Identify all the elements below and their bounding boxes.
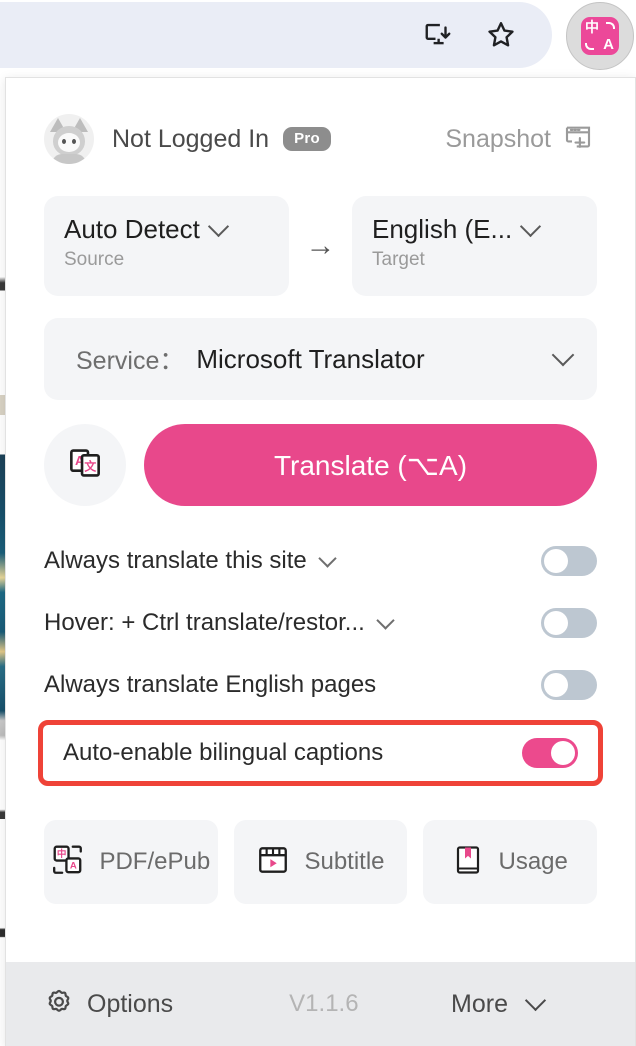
- chevron-down-icon: [207, 215, 229, 238]
- options-label: Options: [87, 989, 174, 1018]
- popup-footer: Options V1.1.6 More: [6, 962, 635, 1046]
- service-selector[interactable]: Service： Microsoft Translator: [44, 318, 597, 400]
- ext-icon-en-char: A: [603, 36, 614, 53]
- service-label: Service：: [76, 347, 185, 375]
- toggle-knob: [544, 673, 568, 697]
- snapshot-button[interactable]: Snapshot: [445, 122, 597, 157]
- translate-cards-icon-button[interactable]: A 文: [44, 424, 126, 506]
- chevron-down-icon: [520, 215, 542, 238]
- avatar-eye-left: [62, 139, 66, 144]
- pro-badge[interactable]: Pro: [283, 127, 331, 151]
- translate-cards-icon: A 文: [66, 444, 104, 487]
- subtitle-label: Subtitle: [304, 848, 385, 875]
- options-button[interactable]: Options: [44, 987, 173, 1022]
- pdf-epub-button[interactable]: 中 A PDF/ePub: [44, 820, 218, 904]
- chevron-down-icon[interactable]: [376, 610, 395, 630]
- account-status-label[interactable]: Not Logged In: [112, 125, 269, 154]
- new-window-plus-icon: [563, 122, 593, 157]
- option-label: Hover: + Ctrl translate/restor...: [44, 609, 365, 636]
- svg-text:文: 文: [84, 459, 96, 473]
- toggle-hover-translate[interactable]: [541, 608, 597, 638]
- gear-icon: [44, 987, 74, 1022]
- option-label: Always translate this site: [44, 547, 307, 574]
- immersive-translate-icon: 中 A: [581, 17, 619, 55]
- star-icon[interactable]: [481, 15, 521, 55]
- popup-body: Not Logged In Pro Snapshot Auto Detect S…: [6, 78, 635, 962]
- language-direction-arrow: →: [305, 229, 336, 262]
- more-button[interactable]: More: [451, 989, 597, 1019]
- install-app-icon[interactable]: [418, 15, 458, 55]
- quick-links-row: 中 A PDF/ePub Subtitle Usage: [44, 820, 598, 904]
- ext-icon-cn-char: 中: [585, 19, 599, 35]
- source-language-value-wrap: Auto Detect: [64, 214, 269, 245]
- option-label: Always translate English pages: [44, 671, 377, 698]
- usage-button[interactable]: Usage: [423, 820, 598, 904]
- pdf-epub-icon: 中 A: [51, 843, 85, 882]
- options-list: Always translate this site Hover: + Ctrl…: [38, 530, 603, 786]
- avatar-eye-right: [72, 139, 76, 144]
- target-language-value: English (E...: [372, 214, 513, 244]
- option-row-hover-translate: Hover: + Ctrl translate/restor...: [44, 592, 597, 654]
- svg-text:A: A: [70, 860, 77, 871]
- source-language-value: Auto Detect: [64, 214, 200, 244]
- ext-icon-arc-bottom: [585, 43, 594, 50]
- immersive-translate-extension-button[interactable]: 中 A: [566, 2, 634, 70]
- snapshot-label: Snapshot: [445, 124, 551, 153]
- source-language-sublabel: Source: [64, 249, 125, 270]
- translate-button[interactable]: Translate (⌥A): [144, 424, 597, 506]
- chevron-down-icon: [551, 343, 575, 367]
- target-language-selector[interactable]: English (E... Target: [352, 196, 597, 296]
- chevron-down-icon: [524, 989, 547, 1011]
- version-label: V1.1.6: [289, 990, 359, 1017]
- toggle-knob: [544, 549, 568, 573]
- source-language-selector[interactable]: Auto Detect Source: [44, 196, 289, 296]
- svg-text:中: 中: [57, 847, 67, 859]
- extension-popup-panel: Not Logged In Pro Snapshot Auto Detect S…: [5, 77, 636, 1046]
- subtitle-button[interactable]: Subtitle: [233, 820, 408, 904]
- subtitle-icon: [256, 843, 290, 882]
- target-language-value-wrap: English (E...: [372, 214, 577, 245]
- toggle-auto-bilingual-captions[interactable]: [522, 738, 578, 768]
- ext-icon-arc-top: [606, 22, 615, 29]
- more-label: More: [451, 989, 508, 1018]
- option-row-auto-bilingual-captions: Auto-enable bilingual captions: [38, 720, 603, 786]
- pdf-epub-label: PDF/ePub: [99, 848, 211, 875]
- toggle-knob: [551, 741, 575, 765]
- option-label: Auto-enable bilingual captions: [63, 739, 384, 766]
- usage-book-icon: [452, 844, 484, 881]
- toggle-knob: [544, 611, 568, 635]
- target-language-sublabel: Target: [372, 249, 425, 270]
- usage-label: Usage: [498, 848, 568, 875]
- user-avatar[interactable]: [44, 114, 94, 164]
- chevron-down-icon[interactable]: [318, 548, 337, 568]
- toggle-always-translate-site[interactable]: [541, 546, 597, 576]
- avatar-body: [52, 154, 86, 164]
- toolbar-background: [0, 2, 552, 68]
- translate-action-row: A 文 Translate (⌥A): [44, 424, 597, 506]
- option-row-always-translate-site: Always translate this site: [44, 530, 597, 592]
- browser-toolbar: 中 A: [0, 0, 636, 78]
- option-row-always-translate-english: Always translate English pages: [44, 654, 597, 716]
- service-value: Microsoft Translator: [196, 343, 425, 374]
- language-selector-row: Auto Detect Source → English (E... Targe…: [44, 196, 597, 296]
- account-row: Not Logged In Pro Snapshot: [44, 108, 597, 170]
- toggle-always-translate-english[interactable]: [541, 670, 597, 700]
